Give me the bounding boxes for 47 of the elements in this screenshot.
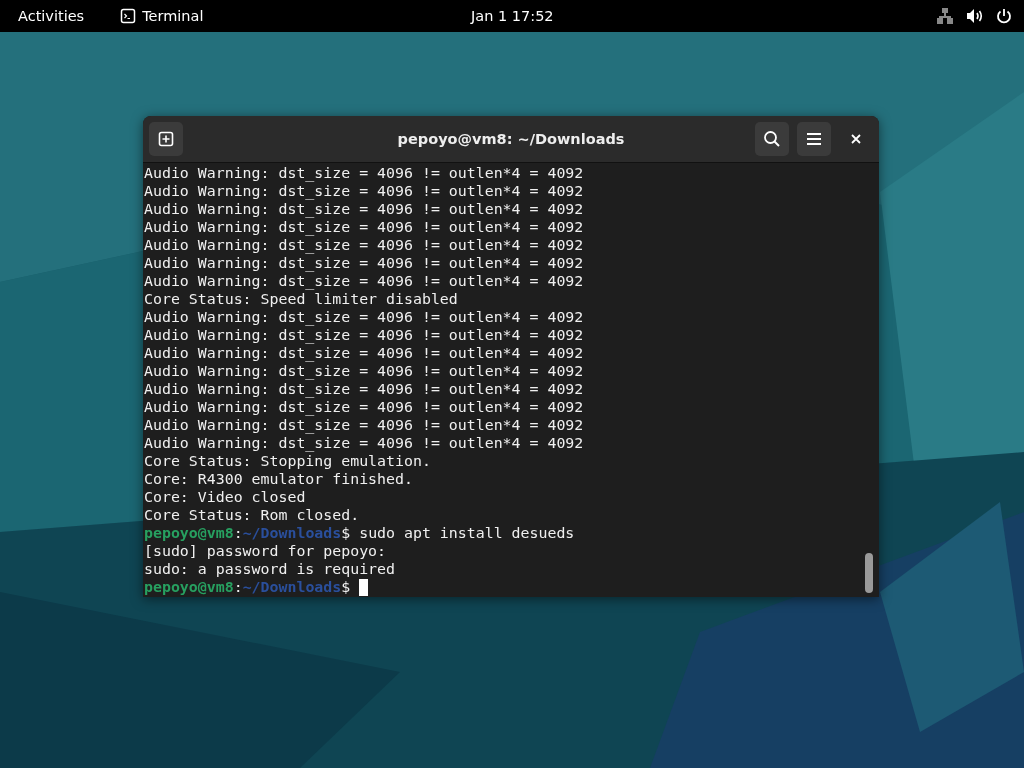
search-button[interactable] [755, 122, 789, 156]
close-icon [851, 134, 861, 144]
power-icon[interactable] [996, 8, 1012, 24]
app-menu[interactable]: Terminal [142, 8, 204, 24]
window-title: pepoyo@vm8: ~/Downloads [397, 131, 625, 147]
output-line: Core: Video closed [144, 488, 306, 506]
activities-button[interactable]: Activities [18, 8, 85, 24]
output-line: Core Status: Speed limiter disabled [144, 290, 458, 308]
output-line: Audio Warning: dst_size = 4096 != outlen*4 = 4092 [144, 272, 584, 290]
command-text: $ [341, 578, 351, 596]
output-line: Core: R4300 emulator finished. [144, 470, 413, 488]
prompt-user: pepoyo@vm8 [144, 578, 234, 596]
output-line: Audio Warning: dst_size = 4096 != outlen*4 = 4092 [144, 362, 584, 380]
output-line: Audio Warning: dst_size = 4096 != outlen*4 = 4092 [144, 200, 584, 218]
terminal-icon [120, 8, 137, 24]
output-line: Audio Warning: dst_size = 4096 != outlen*4 = 4092 [144, 326, 584, 344]
new-tab-icon [158, 131, 174, 147]
output-line: Audio Warning: dst_size = 4096 != outlen*4 = 4092 [144, 308, 584, 326]
output-line: Audio Warning: dst_size = 4096 != outlen*4 = 4092 [144, 398, 584, 416]
output-line: Audio Warning: dst_size = 4096 != outlen*4 = 4092 [144, 380, 584, 398]
output-line: Audio Warning: dst_size = 4096 != outlen*4 = 4092 [144, 182, 584, 200]
output-line: [sudo] password for pepoyo: [144, 542, 387, 560]
volume-icon[interactable] [966, 8, 984, 24]
output-line: Audio Warning: dst_size = 4096 != outlen*4 = 4092 [144, 236, 584, 254]
menu-icon [806, 132, 822, 146]
command-text: $ sudo apt install desueds [341, 524, 575, 542]
output-line: Audio Warning: dst_size = 4096 != outlen*4 = 4092 [144, 434, 584, 452]
output-line: Core Status: Rom closed. [144, 506, 360, 524]
output-line: Audio Warning: dst_size = 4096 != outlen*4 = 4092 [144, 416, 584, 434]
clock[interactable]: Jan 1 17:52 [471, 8, 554, 24]
output-line: Audio Warning: dst_size = 4096 != outlen*4 = 4092 [144, 218, 584, 236]
output-line: Core Status: Stopping emulation. [144, 452, 431, 470]
new-tab-button[interactable] [149, 122, 183, 156]
output-line: Audio Warning: dst_size = 4096 != outlen*4 = 4092 [144, 344, 584, 362]
scrollbar-thumb[interactable] [865, 553, 873, 593]
prompt-separator: : [233, 578, 243, 596]
network-icon[interactable] [936, 7, 954, 25]
text-cursor [359, 578, 369, 596]
prompt-separator: : [233, 524, 243, 542]
prompt-path: ~/Downloads [242, 578, 342, 596]
output-line: Audio Warning: dst_size = 4096 != outlen*4 = 4092 [144, 164, 584, 182]
output-line: Audio Warning: dst_size = 4096 != outlen*4 = 4092 [144, 254, 584, 272]
prompt-user: pepoyo@vm8 [144, 524, 234, 542]
prompt-path: ~/Downloads [242, 524, 342, 542]
output-line: sudo: a password is required [144, 560, 396, 578]
menu-button[interactable] [797, 122, 831, 156]
search-icon [763, 130, 781, 148]
